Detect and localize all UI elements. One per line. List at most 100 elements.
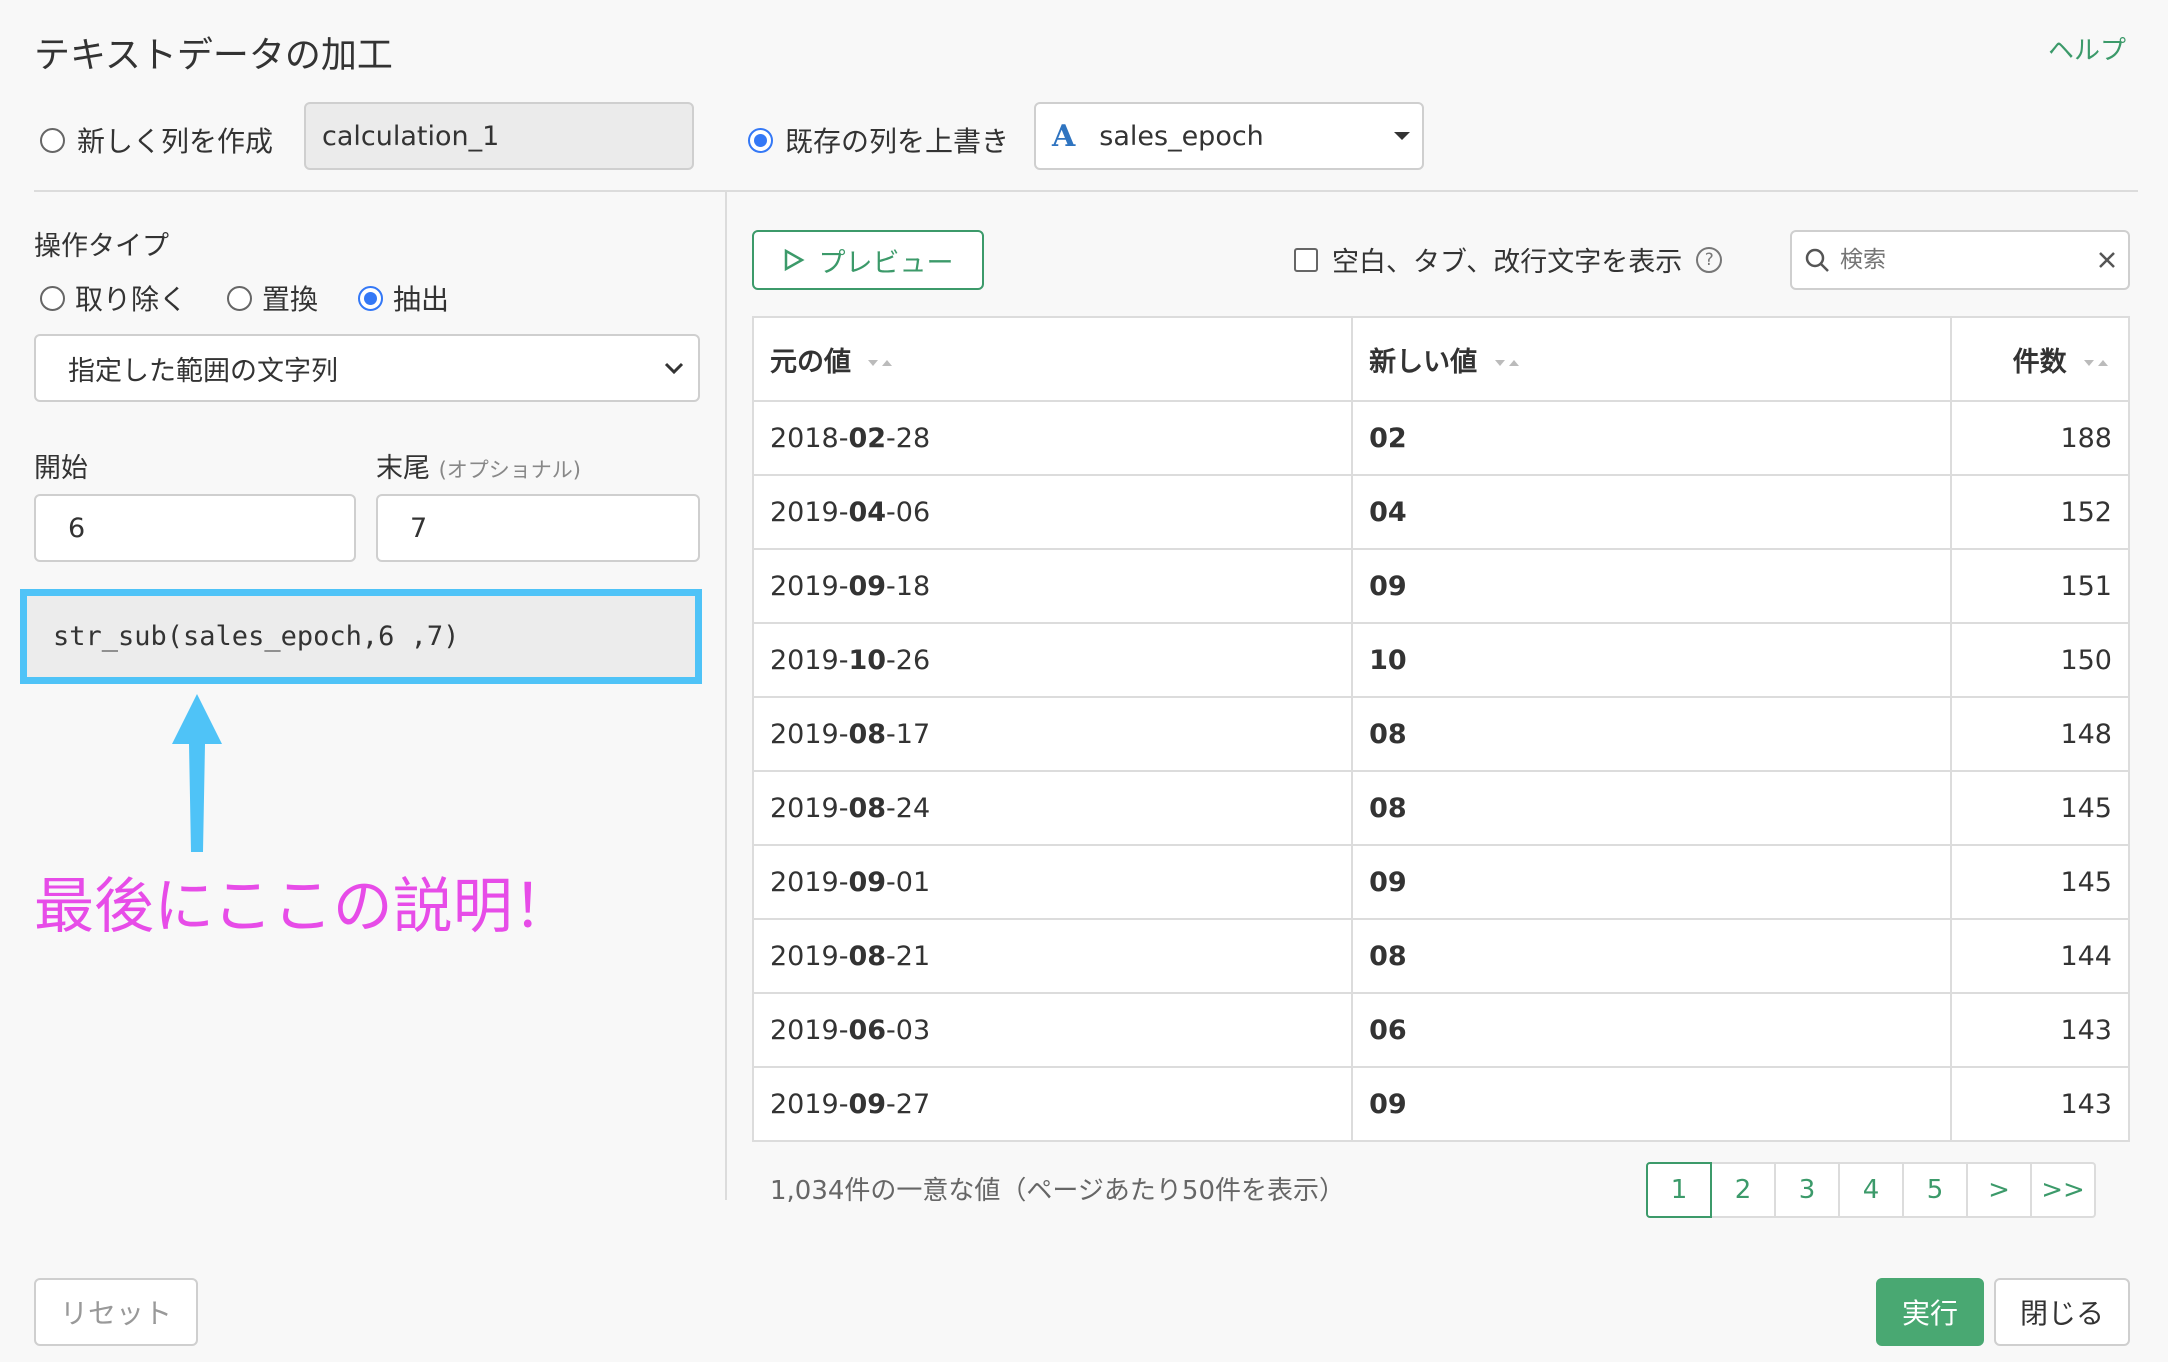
count-cell: 144	[1950, 918, 2130, 994]
page-last-button[interactable]: >>	[2030, 1162, 2096, 1218]
table-row: 2018-02-28 02 188	[751, 400, 2130, 476]
new-value-cell: 08	[1351, 770, 1953, 846]
end-label: 末尾	[376, 453, 430, 484]
count-cell: 143	[1950, 992, 2130, 1068]
operation-extract-radio[interactable]	[358, 285, 384, 311]
count-cell: 143	[1950, 1066, 2130, 1142]
count-cell: 145	[1950, 844, 2130, 920]
new-value-cell: 09	[1351, 1066, 1953, 1142]
pagination: 1 2 3 4 5 > >>	[1646, 1162, 2096, 1218]
search-input[interactable]	[1840, 247, 2088, 273]
operation-extract-label[interactable]: 抽出	[393, 278, 449, 318]
close-button[interactable]: 閉じる	[1994, 1278, 2130, 1346]
start-input[interactable]: 6	[34, 494, 356, 562]
character-type-icon: A	[1052, 118, 1076, 154]
expression-display: str_sub(sales_epoch,6 ,7)	[20, 589, 702, 684]
original-value-cell: 2019-04-06	[751, 474, 1354, 550]
table-row: 2019-08-21 08 144	[751, 918, 2130, 994]
extract-mode-select[interactable]: 指定した範囲の文字列	[34, 334, 700, 402]
preview-button[interactable]: プレビュー	[752, 230, 984, 290]
column-header-new[interactable]: 新しい値	[1351, 316, 1953, 402]
reset-button[interactable]: リセット	[34, 1278, 198, 1346]
page-next-button[interactable]: >	[1966, 1162, 2032, 1218]
table-row: 2019-04-06 04 152	[751, 474, 2130, 550]
new-value-cell: 09	[1351, 548, 1953, 624]
page-button-3[interactable]: 3	[1774, 1162, 1840, 1218]
run-button[interactable]: 実行	[1876, 1278, 1984, 1346]
end-input[interactable]: 7	[376, 494, 700, 562]
search-icon	[1805, 248, 1829, 272]
count-cell: 188	[1950, 400, 2130, 476]
chevron-down-icon	[664, 362, 684, 375]
operation-type-heading: 操作タイプ	[34, 231, 169, 262]
operation-remove-label[interactable]: 取り除く	[75, 278, 187, 318]
new-column-label: 新しく列を作成	[77, 125, 274, 158]
play-icon	[784, 248, 805, 272]
operation-remove-radio[interactable]	[40, 285, 65, 311]
count-cell: 148	[1950, 696, 2130, 772]
original-value-cell: 2019-06-03	[751, 992, 1354, 1068]
table-row: 2019-06-03 06 143	[751, 992, 2130, 1068]
operation-replace-radio[interactable]	[227, 285, 253, 311]
count-cell: 145	[1950, 770, 2130, 846]
overwrite-column-option[interactable]: 既存の列を上書き	[748, 120, 1009, 160]
annotation-arrow	[172, 694, 222, 852]
column-header-original[interactable]: 元の値	[751, 316, 1354, 402]
preview-table: 元の値 新しい値 件数 2018-02-28 02 188 2019-04-06 04…	[751, 316, 2130, 1142]
sort-icon[interactable]	[868, 357, 896, 369]
dialog-title: テキストデータの加工	[34, 35, 393, 76]
original-value-cell: 2019-10-26	[751, 622, 1354, 698]
count-cell: 152	[1950, 474, 2130, 550]
start-label: 開始	[34, 453, 88, 484]
table-body: 2018-02-28 02 188 2019-04-06 04 152 2019-09-…	[751, 400, 2130, 1142]
operation-replace-label[interactable]: 置換	[262, 278, 318, 318]
table-row: 2019-10-26 10 150	[751, 622, 2130, 698]
new-column-radio[interactable]	[40, 127, 65, 153]
original-value-cell: 2019-09-01	[751, 844, 1354, 920]
unique-values-summary: 1,034件の一意な値（ページあたり50件を表示）	[770, 1176, 1345, 1206]
new-value-cell: 06	[1351, 992, 1953, 1068]
page-button-1[interactable]: 1	[1646, 1162, 1712, 1218]
operation-type-group: 取り除く 置換 抽出	[40, 278, 449, 318]
original-value-cell: 2018-02-28	[751, 400, 1354, 476]
table-row: 2019-09-27 09 143	[751, 1066, 2130, 1142]
original-value-cell: 2019-08-17	[751, 696, 1354, 772]
show-whitespace-checkbox[interactable]	[1294, 247, 1318, 272]
column-select-value: sales_epoch	[1099, 120, 1264, 152]
new-value-cell: 08	[1351, 918, 1953, 994]
page-button-5[interactable]: 5	[1902, 1162, 1968, 1218]
extract-mode-value: 指定した範囲の文字列	[68, 355, 338, 387]
overwrite-column-label: 既存の列を上書き	[785, 125, 1010, 158]
table-row: 2019-08-17 08 148	[751, 696, 2130, 772]
show-whitespace-label: 空白、タブ、改行文字を表示	[1332, 247, 1683, 278]
sort-icon[interactable]	[1494, 357, 1523, 369]
annotation-text: 最後にここの説明！	[34, 872, 573, 942]
count-cell: 150	[1950, 622, 2130, 698]
panel-divider	[725, 192, 727, 1200]
table-header-row: 元の値 新しい値 件数	[751, 316, 2130, 402]
column-header-count[interactable]: 件数	[1950, 316, 2130, 402]
new-column-option[interactable]: 新しく列を作成	[40, 120, 273, 160]
overwrite-column-radio[interactable]	[748, 127, 773, 153]
original-value-cell: 2019-08-21	[751, 918, 1354, 994]
new-column-name-input[interactable]: calculation_1	[304, 102, 694, 170]
header-divider	[34, 190, 2138, 192]
show-whitespace-option[interactable]: 空白、タブ、改行文字を表示 ?	[1294, 240, 1723, 279]
new-value-cell: 08	[1351, 696, 1953, 772]
close-icon[interactable]	[2098, 251, 2116, 269]
table-row: 2019-09-18 09 151	[751, 548, 2130, 624]
original-value-cell: 2019-09-18	[751, 548, 1354, 624]
column-select[interactable]: A sales_epoch	[1034, 102, 1424, 170]
table-row: 2019-08-24 08 145	[751, 770, 2130, 846]
new-value-cell: 10	[1351, 622, 1953, 698]
help-circle-icon[interactable]: ?	[1696, 246, 1723, 273]
end-label-group: 末尾 (オプショナル)	[376, 446, 581, 485]
sort-icon[interactable]	[2084, 357, 2112, 369]
page-button-2[interactable]: 2	[1710, 1162, 1776, 1218]
table-row: 2019-09-01 09 145	[751, 844, 2130, 920]
end-optional-label: (オプショナル)	[438, 458, 581, 482]
page-button-4[interactable]: 4	[1838, 1162, 1904, 1218]
help-link[interactable]: ヘルプ	[2048, 30, 2126, 67]
new-value-cell: 04	[1351, 474, 1953, 550]
search-field[interactable]	[1790, 230, 2130, 290]
